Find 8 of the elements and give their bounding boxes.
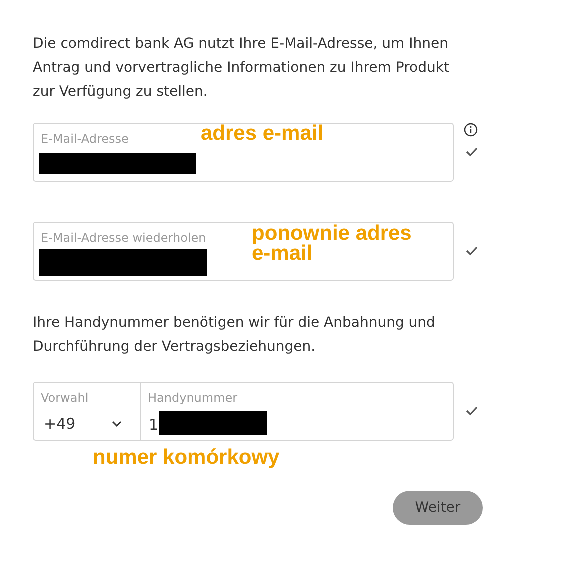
annotation-text: adres e-mail [201,124,324,144]
info-icon[interactable] [464,123,478,137]
annotation-text: numer komórkowy [93,448,280,468]
email-field[interactable]: E-Mail-Adresse adres e-mail [33,123,454,182]
intro-text: Die comdirect bank AG nutzt Ihre E-Mail-Adresse, um Ihnen Antrag und vorvertragliche Informationen zu Ihrem Produkt zur Verfügung zu stellen. [33,35,450,102]
annotation-text: ponownie adres e-mail [252,224,413,264]
email-field[interactable]: E-Mail-Adresse wiederholen ponownie adres e-mail [33,222,454,281]
phone-intro-text: Ihre Handynummer benötigen wir für die Anbahnung und Durchführung der Vertragsbeziehungen. [33,314,436,357]
